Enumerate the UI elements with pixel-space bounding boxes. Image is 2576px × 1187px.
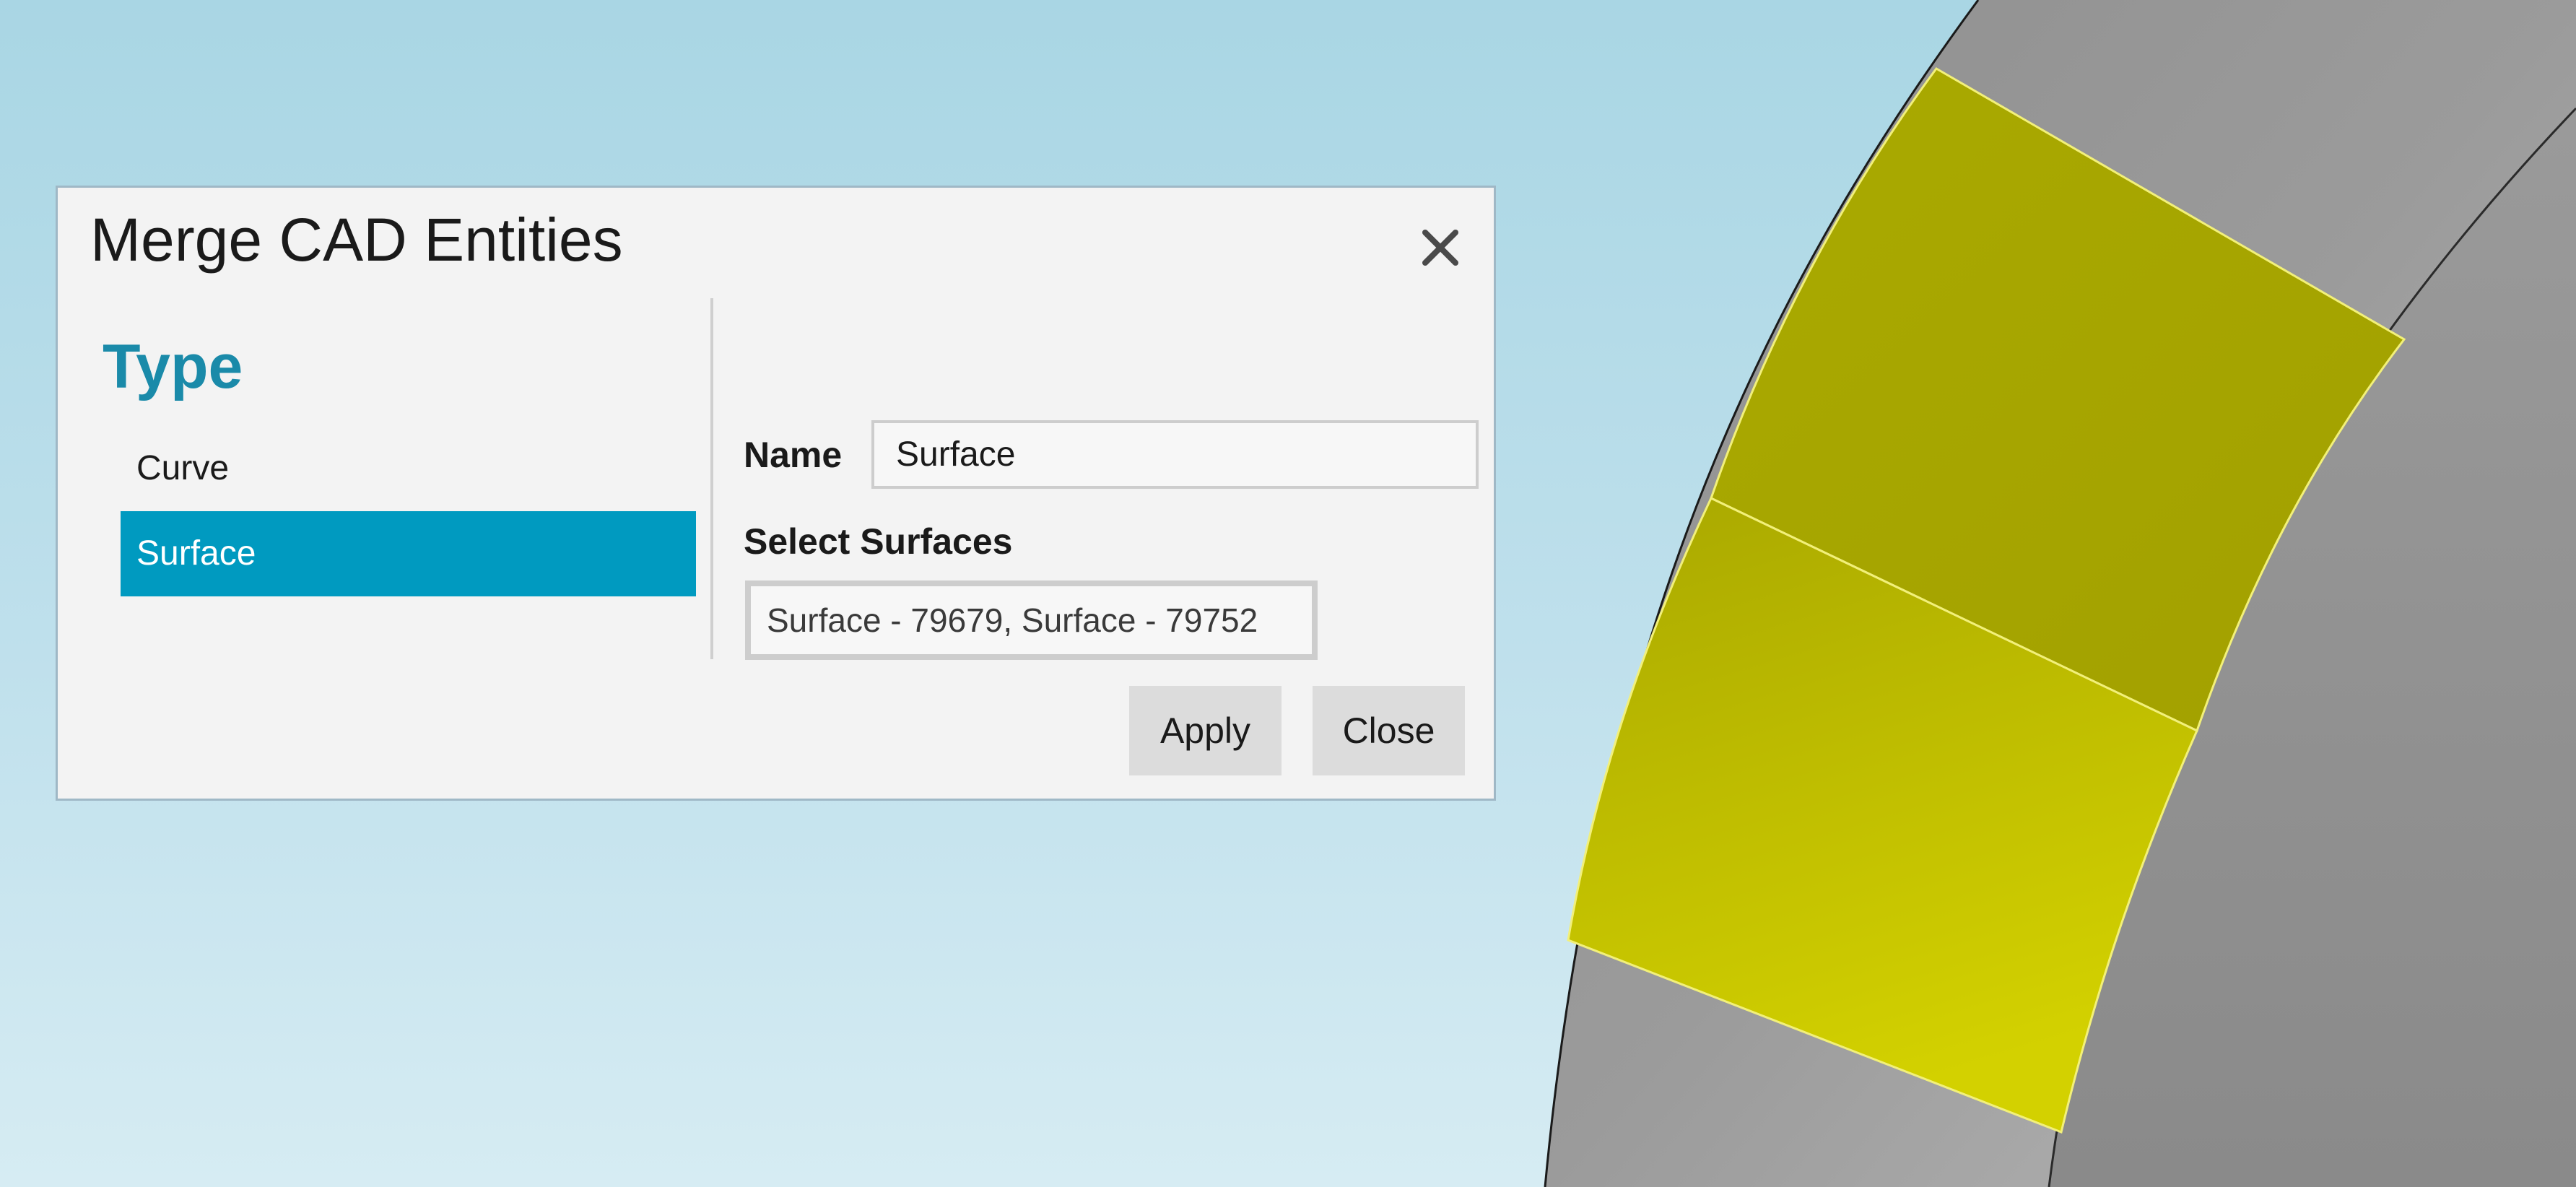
cad-viewport[interactable]: Merge CAD Entities Type Curve Surface Na… [0,0,2576,1187]
panel-divider [710,298,713,659]
close-icon[interactable] [1415,222,1466,273]
type-item-curve[interactable]: Curve [121,426,696,511]
name-label: Name [744,435,843,475]
apply-button[interactable]: Apply [1129,686,1282,775]
name-input[interactable] [871,420,1479,489]
select-surfaces-input[interactable] [745,581,1318,660]
type-heading: Type [103,332,243,401]
dialog-title: Merge CAD Entities [90,206,623,274]
close-button[interactable]: Close [1313,686,1465,775]
merge-cad-entities-dialog[interactable]: Merge CAD Entities Type Curve Surface Na… [56,186,1496,801]
type-item-surface[interactable]: Surface [121,511,696,596]
select-surfaces-label: Select Surfaces [744,521,1013,562]
type-item-label: Surface [136,534,256,573]
type-item-label: Curve [136,449,230,487]
